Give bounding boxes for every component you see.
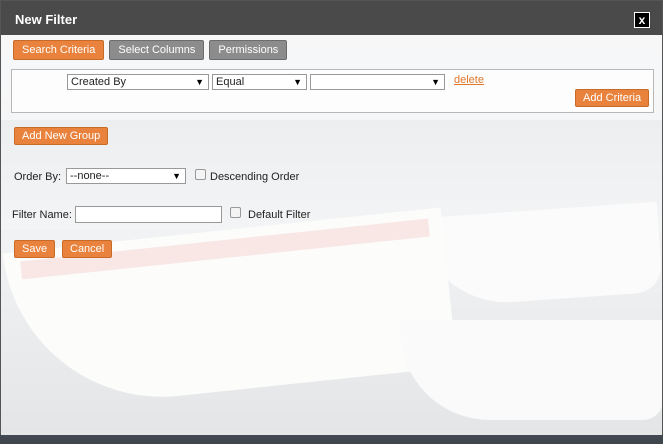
criteria-value-select[interactable]: ▼ <box>310 74 445 90</box>
add-new-group-button[interactable]: Add New Group <box>14 127 109 145</box>
criteria-group: Created By ▼ Equal ▼ ▼ delete Add Criter… <box>11 69 654 113</box>
save-button[interactable]: Save <box>14 240 56 258</box>
dialog-title: New Filter <box>15 12 78 27</box>
criteria-field-value: Created By <box>71 76 127 88</box>
criteria-operator-select[interactable]: Equal ▼ <box>212 74 307 90</box>
dialog-titlebar: New Filter x <box>1 1 662 35</box>
filter-name-label: Filter Name: <box>12 209 72 221</box>
criteria-field-select[interactable]: Created By ▼ <box>67 74 209 90</box>
order-by-label: Order By: <box>14 171 62 183</box>
dropdown-arrow-icon: ▼ <box>293 77 302 87</box>
delete-criteria-link[interactable]: delete <box>454 74 484 86</box>
tab-bar: Search Criteria Select Columns Permissio… <box>13 40 288 60</box>
tab-select-columns[interactable]: Select Columns <box>109 40 205 60</box>
dropdown-arrow-icon: ▼ <box>195 77 204 87</box>
cancel-button[interactable]: Cancel <box>62 240 113 258</box>
tab-permissions[interactable]: Permissions <box>209 40 288 60</box>
criteria-operator-value: Equal <box>216 76 245 88</box>
close-button[interactable]: x <box>634 12 650 28</box>
dialog-content: Search Criteria Select Columns Permissio… <box>1 35 662 435</box>
tab-search-criteria[interactable]: Search Criteria <box>13 40 105 60</box>
order-by-select[interactable]: --none-- ▼ <box>66 168 186 184</box>
dropdown-arrow-icon: ▼ <box>431 77 440 87</box>
filter-name-input[interactable] <box>75 206 222 223</box>
dropdown-arrow-icon: ▼ <box>172 171 181 181</box>
add-criteria-button[interactable]: Add Criteria <box>575 89 650 107</box>
descending-order-label: Descending Order <box>210 171 300 183</box>
descending-order-checkbox[interactable] <box>195 169 206 180</box>
close-icon: x <box>638 13 646 27</box>
order-by-value: --none-- <box>70 170 110 182</box>
new-filter-dialog: New Filter x Search Criteria Select Colu… <box>0 0 663 435</box>
default-filter-checkbox[interactable] <box>230 207 241 218</box>
default-filter-label: Default Filter <box>248 209 311 221</box>
